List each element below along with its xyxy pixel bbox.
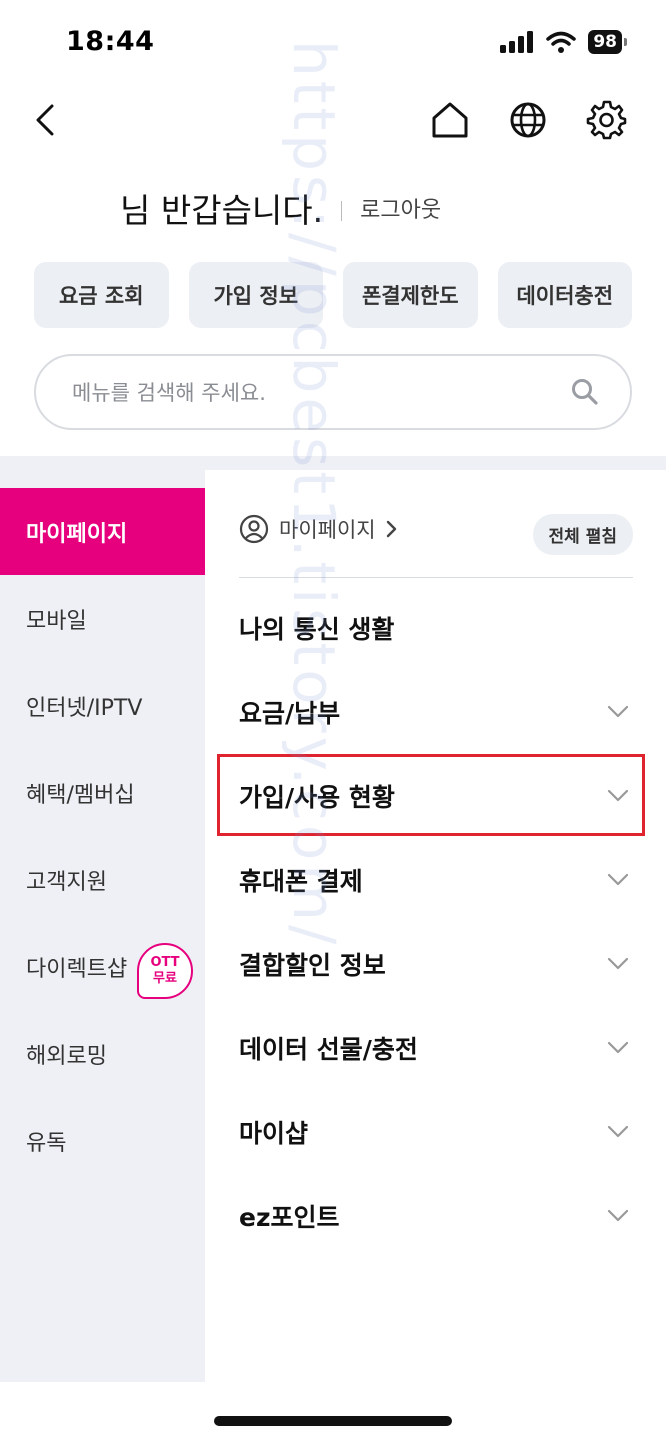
chevron-down-icon <box>607 1041 629 1054</box>
menu-row-phone-payment[interactable]: 휴대폰 결제 <box>239 838 633 922</box>
sidebar-item-label: 해외로밍 <box>26 1043 107 1069</box>
wifi-icon <box>546 31 577 53</box>
quick-button-subscription-info[interactable]: 가입 정보 <box>188 262 323 328</box>
globe-icon <box>510 102 546 138</box>
menu-label: 결합할인 정보 <box>239 951 386 980</box>
logout-link[interactable]: 로그아웃 <box>360 192 441 224</box>
menu-search-input[interactable]: 메뉴를 검색해 주세요. <box>34 354 632 430</box>
chevron-down-icon <box>607 1125 629 1138</box>
submenu-list: 나의 통신 생활 요금/납부 가입/사용 현황 휴대폰 결제 결합할인 정보 데… <box>217 586 645 1258</box>
sidebar-item-label: 혜택/멤버십 <box>26 782 135 808</box>
quick-button-bill-inquiry[interactable]: 요금 조회 <box>34 262 169 328</box>
content-header: 마이페이지 전체 펼침 <box>239 514 633 578</box>
menu-row-subscription-usage[interactable]: 가입/사용 현황 <box>217 754 645 838</box>
signal-icon <box>500 31 534 53</box>
chevron-left-icon <box>36 104 54 136</box>
sidebar-item-label: 모바일 <box>26 608 87 634</box>
chevron-down-icon <box>607 873 629 886</box>
greeting-bar: 님 반갑습니다. 로그아웃 <box>120 184 441 232</box>
expand-all-button[interactable]: 전체 펼침 <box>532 514 633 555</box>
badge-line2: 무료 <box>153 971 177 986</box>
badge-line1: OTT <box>150 955 180 970</box>
sidebar-item-mypage[interactable]: 마이페이지 <box>0 488 205 575</box>
chevron-right-icon <box>386 520 396 538</box>
menu-row-ez-point[interactable]: ez포인트 <box>239 1174 633 1258</box>
greeting-divider <box>341 201 343 221</box>
sidebar-item-mobile[interactable]: 모바일 <box>0 575 205 662</box>
menu-row-data-gift-charge[interactable]: 데이터 선물/충전 <box>239 1006 633 1090</box>
sidebar-item-label: 마이페이지 <box>26 521 128 547</box>
sidebar-item-benefits[interactable]: 혜택/멤버십 <box>0 749 205 836</box>
back-button[interactable] <box>28 100 68 144</box>
ott-free-badge: OTT 무료 <box>137 943 193 999</box>
home-indicator <box>214 1416 452 1426</box>
menu-row-billing-payment[interactable]: 요금/납부 <box>239 670 633 754</box>
menu-row-myshop[interactable]: 마이샵 <box>239 1090 633 1174</box>
status-icons: 98 <box>500 30 627 54</box>
sidebar-item-roaming[interactable]: 해외로밍 <box>0 1010 205 1097</box>
search-icon[interactable] <box>570 377 600 407</box>
sidebar-item-internet-iptv[interactable]: 인터넷/IPTV <box>0 662 205 749</box>
menu-panel: 마이페이지 모바일 인터넷/IPTV 혜택/멤버십 고객지원 다이렉트샵 OTT… <box>0 456 666 1382</box>
app-header <box>0 90 666 160</box>
menu-label: ez포인트 <box>239 1203 340 1232</box>
chevron-down-icon <box>607 705 629 718</box>
chevron-down-icon <box>607 1209 629 1222</box>
home-icon <box>432 102 468 138</box>
search-placeholder: 메뉴를 검색해 주세요. <box>72 381 266 405</box>
menu-label: 가입/사용 현황 <box>239 783 395 812</box>
sidebar-item-yudok[interactable]: 유독 <box>0 1097 205 1184</box>
sidebar-item-label: 고객지원 <box>26 869 107 895</box>
menu-label: 휴대폰 결제 <box>239 867 363 896</box>
category-sidebar: 마이페이지 모바일 인터넷/IPTV 혜택/멤버십 고객지원 다이렉트샵 OTT… <box>0 456 205 1382</box>
menu-label: 요금/납부 <box>239 699 341 728</box>
battery-indicator: 98 <box>588 30 627 54</box>
submenu-content: 마이페이지 전체 펼침 나의 통신 생활 요금/납부 가입/사용 현황 휴대폰 <box>205 470 666 1382</box>
status-time: 18:44 <box>66 26 155 57</box>
status-bar: 18:44 98 <box>0 0 666 90</box>
chevron-down-icon <box>607 957 629 970</box>
sidebar-item-label: 다이렉트샵 <box>26 956 128 982</box>
language-button[interactable] <box>506 98 550 142</box>
greeting-text: 님 반갑습니다. <box>120 191 324 230</box>
breadcrumb-label: 마이페이지 <box>279 518 376 542</box>
quick-menu: 요금 조회 가입 정보 폰결제한도 데이터충전 <box>34 262 632 328</box>
sidebar-item-label: 유독 <box>26 1130 67 1156</box>
sidebar-item-label: 인터넷/IPTV <box>26 695 143 721</box>
menu-label: 나의 통신 생활 <box>239 615 395 644</box>
home-button[interactable] <box>428 98 472 142</box>
menu-row-my-telecom-life[interactable]: 나의 통신 생활 <box>239 586 633 670</box>
mypage-breadcrumb[interactable]: 마이페이지 <box>239 514 398 544</box>
settings-button[interactable] <box>584 98 628 142</box>
quick-button-phone-payment-limit[interactable]: 폰결제한도 <box>343 262 478 328</box>
chevron-down-icon <box>607 789 629 802</box>
quick-button-data-charge[interactable]: 데이터충전 <box>497 262 632 328</box>
menu-row-bundle-discount[interactable]: 결합할인 정보 <box>239 922 633 1006</box>
gear-icon <box>586 100 627 140</box>
menu-label: 데이터 선물/충전 <box>239 1035 418 1064</box>
sidebar-item-support[interactable]: 고객지원 <box>0 836 205 923</box>
menu-label: 마이샵 <box>239 1119 309 1148</box>
sidebar-item-direct-shop[interactable]: 다이렉트샵 OTT 무료 <box>0 923 205 1010</box>
user-icon <box>239 514 269 544</box>
